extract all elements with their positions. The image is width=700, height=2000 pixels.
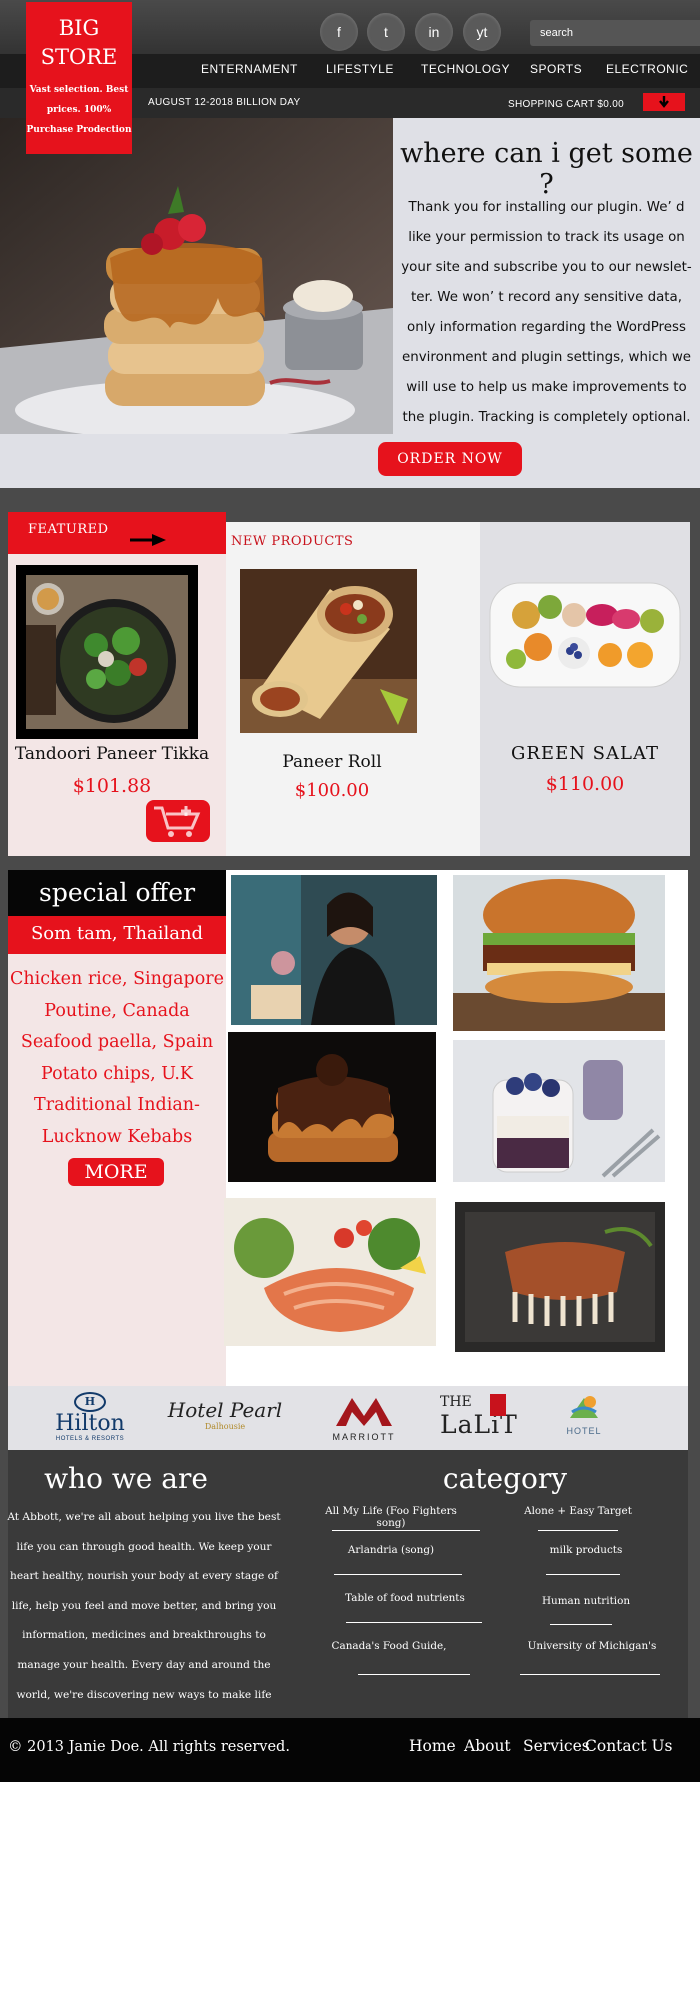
gallery-image-parfait[interactable] [453,1040,665,1182]
hero-pancake-image [0,118,393,434]
hilton-logo[interactable]: H Hilton HOTELS & RESORTS [48,1392,132,1446]
gallery-image-salmon[interactable] [224,1198,436,1346]
divider [358,1674,470,1675]
shopping-cart-label[interactable]: SHOPPING CART $0.00 [508,99,624,110]
gallery-image-chocolate-pancakes[interactable] [228,1032,436,1182]
footer-link-about[interactable]: About [464,1737,511,1755]
nav-item-sports[interactable]: SPORTS [530,62,582,76]
product-price: $110.00 [545,773,625,795]
cart-icon [154,806,201,837]
copyright-text: © 2013 Janie Doe. All rights reserved. [8,1739,290,1755]
featured-product-name[interactable]: Tandoori Paneer Tikka [8,744,216,764]
divider [520,1674,660,1675]
divider [346,1622,482,1623]
hero-title: where can i get some ? [400,138,693,200]
nav-item-entertainment[interactable]: ENTERNAMENT [201,62,298,76]
paneer-roll-image[interactable] [240,569,417,733]
store-logo[interactable]: BIG STORE Vast selection. Best prices. 1… [26,2,132,154]
arrow-right-icon [130,525,166,561]
gallery-image-ribs[interactable] [455,1202,665,1352]
more-button[interactable]: MORE [68,1158,164,1186]
category-link[interactable]: Arlandria (song) [316,1544,466,1556]
who-we-are-title: who we are [44,1462,208,1495]
hotel-emblem-icon [570,1396,598,1418]
marriott-logo[interactable]: MARRIOTT [316,1394,412,1446]
green-salat-image[interactable] [486,575,684,691]
featured-label: FEATURED [28,522,109,537]
hero-text: Thank you for installing our plugin. We’… [401,200,692,425]
category-link[interactable]: Alone + Easy Target [508,1505,648,1517]
arrow-down-icon[interactable] [643,93,685,111]
featured-product-price: $101.88 [72,775,152,797]
featured-tab[interactable]: FEATURED [8,512,226,554]
footer-link-services[interactable]: Services [523,1737,590,1755]
order-now-button[interactable]: ORDER NOW [378,442,522,476]
category-link[interactable]: Table of food nutrients [330,1592,480,1604]
nav-item-lifestyle[interactable]: LIFESTYLE [326,62,394,76]
special-offer-title: special offer [8,870,226,916]
list-item[interactable]: Chicken rice, Singapore [8,964,226,996]
who-we-are-text: At Abbott, we're all about helping you l… [7,1511,281,1730]
hero-bottom-strip [0,434,393,488]
facebook-icon[interactable]: f [320,13,358,51]
divider [538,1530,618,1531]
divider [332,1530,480,1531]
youtube-icon[interactable]: yt [463,13,501,51]
logo-tagline: Vast selection. Best prices. 100% Purcha… [26,85,132,135]
gallery-image-woman-eating[interactable] [231,875,437,1025]
category-title: category [442,1462,568,1495]
logo-title: BIG STORE [40,16,118,69]
category-link[interactable]: milk products [516,1544,656,1556]
marriott-m-icon [336,1398,392,1426]
category-link[interactable]: University of Michigan's [522,1640,662,1652]
list-item[interactable]: Poutine, Canada [8,996,226,1028]
lalit-emblem-icon [490,1394,506,1416]
new-products-label: NEW PRODUCTS [231,534,354,549]
product-price: $100.00 [294,780,370,801]
list-item[interactable]: Traditional Indian- [8,1090,226,1122]
product-name[interactable]: Paneer Roll [226,752,438,772]
divider [334,1574,462,1575]
search-input[interactable]: search [530,20,700,46]
divider [550,1624,612,1625]
category-link[interactable]: All My Life (Foo Fighters song) [316,1505,466,1529]
special-offer-list: Chicken rice, Singapore Poutine, Canada … [8,964,226,1153]
product-name[interactable]: GREEN SALAT [480,743,690,764]
category-link[interactable]: Canada's Food Guide, [314,1640,464,1652]
lalit-logo[interactable]: THE LaLiT [440,1394,520,1440]
category-link[interactable]: Human nutrition [516,1595,656,1607]
footer-link-contact[interactable]: Contact Us [585,1737,673,1755]
list-item[interactable]: Lucknow Kebabs [8,1122,226,1154]
featured-product-image[interactable] [16,565,198,739]
gallery-image-burger[interactable] [453,875,665,1031]
hotel-pearl-logo[interactable]: Hotel Pearl Dalhousie [160,1398,290,1431]
special-offer-subtitle[interactable]: Som tam, Thailand [8,916,226,954]
hilton-emblem-icon: H [74,1392,106,1412]
nav-item-electronic[interactable]: ELECTRONIC [606,62,688,76]
add-to-cart-button[interactable] [146,800,210,842]
list-item[interactable]: Potato chips, U.K [8,1059,226,1091]
nav-item-technology[interactable]: TECHNOLOGY [421,62,510,76]
list-item[interactable]: Seafood paella, Spain [8,1027,226,1059]
footer-link-home[interactable]: Home [409,1737,456,1755]
divider [546,1574,620,1575]
twitter-icon[interactable]: t [367,13,405,51]
hotel-logo[interactable]: HOTEL [560,1392,608,1436]
linkedin-icon[interactable]: in [415,13,453,51]
promo-text: AUGUST 12-2018 BILLION DAY [148,97,301,108]
